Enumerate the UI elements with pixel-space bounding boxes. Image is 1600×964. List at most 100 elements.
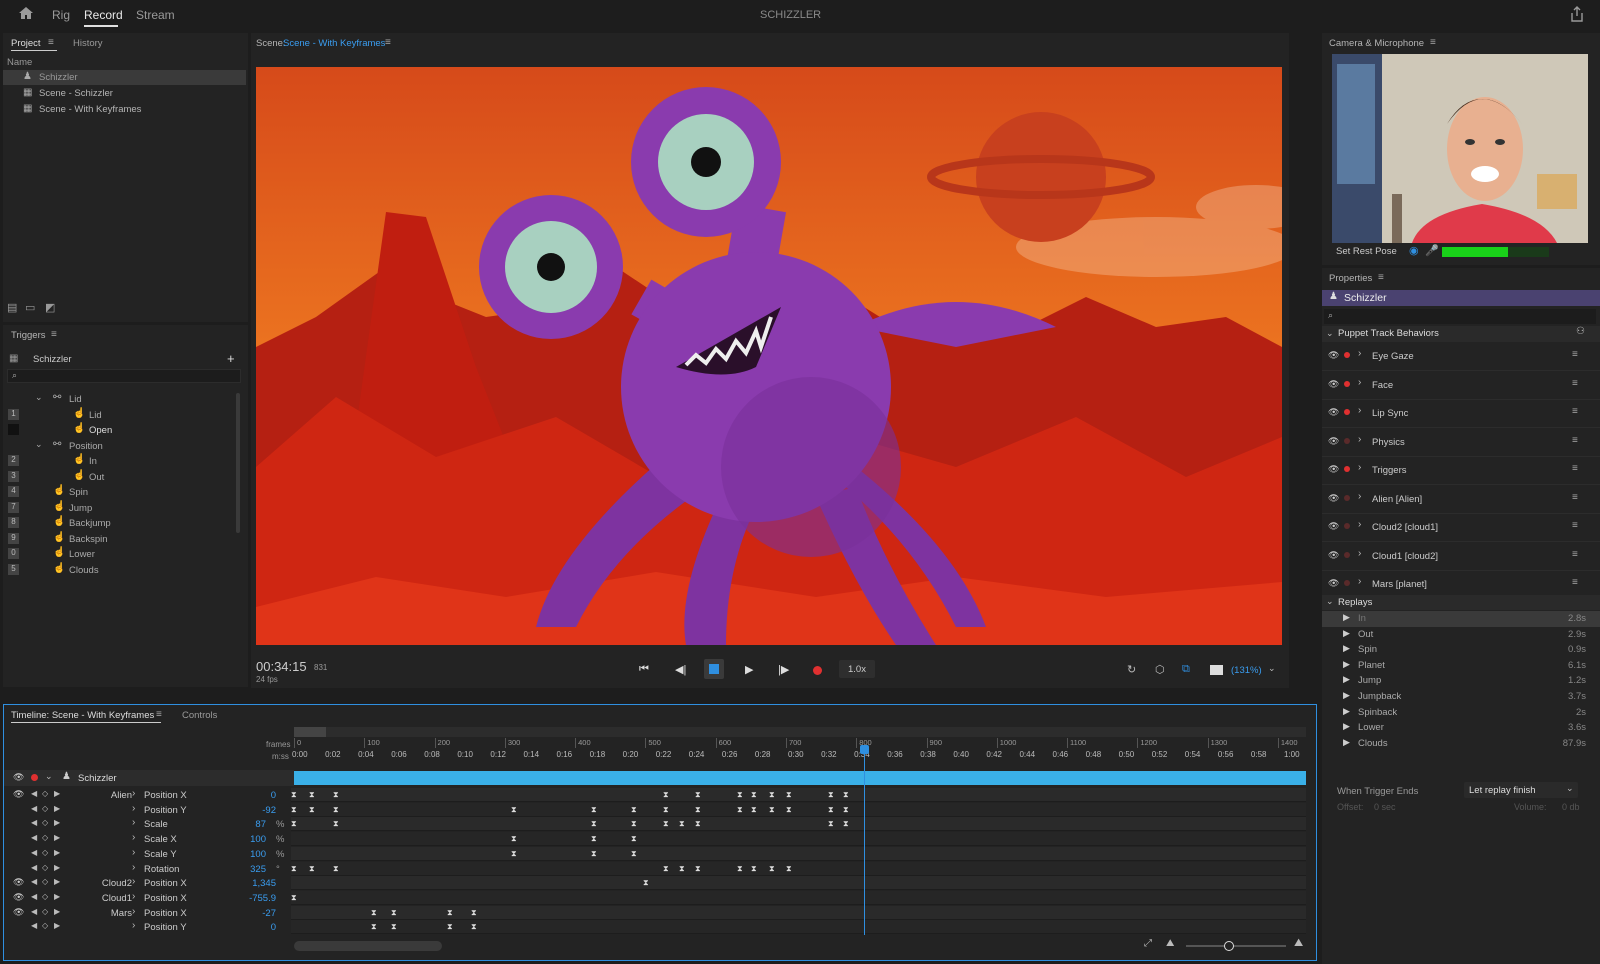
keyframe[interactable]: ⧗ — [631, 834, 638, 843]
keyframe[interactable]: ⧗ — [309, 790, 316, 799]
chevron-right-icon[interactable]: › — [132, 876, 135, 887]
add-keyframe-icon[interactable]: ◇ — [42, 804, 48, 813]
chevron-right-icon[interactable]: › — [1358, 576, 1361, 587]
add-keyframe-icon[interactable]: ◇ — [42, 877, 48, 886]
behavior-menu-icon[interactable]: ≡ — [1572, 549, 1578, 560]
keyframe[interactable]: ⧗ — [786, 864, 793, 873]
track-value[interactable]: 0 — [271, 790, 276, 801]
tab-timeline[interactable]: Timeline: Scene - With Keyframes — [11, 710, 154, 721]
chevron-right-icon[interactable]: › — [132, 906, 135, 917]
behavior-row[interactable]: 👁 › Cloud2 [cloud1] ≡ — [1322, 513, 1600, 542]
track-lane[interactable]: ⧗ ⧗ ⧗ ⧗ — [291, 920, 1306, 935]
track-lane[interactable]: ⧗ — [291, 890, 1306, 905]
track-lane[interactable]: ⧗ ⧗ ⧗ ⧗ ⧗ ⧗ ⧗ ⧗ ⧗ ⧗ — [291, 861, 1306, 876]
keyframe[interactable]: ⧗ — [291, 790, 298, 799]
keyframe[interactable]: ⧗ — [631, 805, 638, 814]
next-keyframe-icon[interactable]: ▶ — [54, 818, 60, 827]
play-circle-icon[interactable]: ▶ — [1343, 706, 1350, 717]
play-circle-icon[interactable]: ▶ — [1343, 721, 1350, 732]
keyframe[interactable]: ⧗ — [769, 864, 776, 873]
replay-item[interactable]: ▶ Jumpback 3.7s — [1322, 689, 1600, 705]
keyframe[interactable]: ⧗ — [471, 908, 478, 917]
keyframe[interactable]: ⧗ — [447, 922, 454, 931]
play-circle-icon[interactable]: ▶ — [1343, 659, 1350, 670]
eye-icon[interactable]: 👁 — [13, 892, 24, 903]
behavior-menu-icon[interactable]: ≡ — [1572, 406, 1578, 417]
keyframe[interactable]: ⧗ — [663, 864, 670, 873]
add-trigger-button[interactable]: + — [227, 351, 235, 366]
trigger-item[interactable]: 5 ☝ Clouds — [3, 563, 238, 578]
keyframe[interactable]: ⧗ — [695, 864, 702, 873]
record-arm-icon[interactable] — [1344, 551, 1350, 558]
behavior-menu-icon[interactable]: ≡ — [1572, 577, 1578, 588]
puppet-track-bar[interactable] — [294, 771, 1306, 785]
prev-keyframe-icon[interactable]: ◀ — [31, 877, 37, 886]
chevron-right-icon[interactable]: › — [132, 920, 135, 931]
trigger-item[interactable]: 7 ☝ Jump — [3, 501, 238, 516]
behavior-row[interactable]: 👁 › Triggers ≡ — [1322, 456, 1600, 485]
track-row[interactable]: 👁 ◀ ◇ ▶ Cloud1 › Position X -755.9 ⧗ — [4, 890, 1322, 906]
record-arm-icon[interactable] — [1344, 352, 1350, 358]
tab-rig[interactable]: Rig — [52, 8, 70, 22]
track-lane[interactable]: ⧗ ⧗ ⧗ ⧗ ⧗ ⧗ ⧗ ⧗ ⧗ ⧗ ⧗ ⧗ ⧗ ⧗ — [291, 802, 1306, 817]
camera-toggle-icon[interactable]: ◉ — [1409, 244, 1419, 257]
keyframe[interactable]: ⧗ — [843, 790, 850, 799]
eye-icon[interactable]: 👁 — [13, 772, 24, 783]
next-keyframe-icon[interactable]: ▶ — [54, 877, 60, 886]
keyframe[interactable]: ⧗ — [751, 805, 758, 814]
next-keyframe-icon[interactable]: ▶ — [54, 804, 60, 813]
add-keyframe-icon[interactable]: ◇ — [42, 892, 48, 901]
tab-project[interactable]: Project — [11, 38, 41, 49]
keyframe[interactable]: ⧗ — [828, 819, 835, 828]
behavior-menu-icon[interactable]: ≡ — [1572, 520, 1578, 531]
chevron-right-icon[interactable]: › — [132, 788, 135, 799]
record-arm-icon[interactable] — [1344, 437, 1350, 444]
record-arm-icon[interactable] — [1344, 466, 1350, 472]
tab-controls[interactable]: Controls — [182, 710, 217, 721]
prev-keyframe-icon[interactable]: ◀ — [31, 818, 37, 827]
next-keyframe-icon[interactable]: ▶ — [54, 863, 60, 872]
eye-icon[interactable]: 👁 — [1328, 350, 1339, 361]
record-arm-icon[interactable] — [1344, 494, 1350, 501]
behavior-menu-icon[interactable]: ≡ — [1572, 463, 1578, 474]
track-row[interactable]: ◀ ◇ ▶ › Scale X 100% ⧗ ⧗ ⧗ — [4, 832, 1322, 847]
work-area-bar[interactable] — [294, 727, 1306, 737]
track-lane[interactable]: ⧗ — [291, 876, 1306, 891]
keyframe[interactable]: ⧗ — [663, 819, 670, 828]
record-arm-icon[interactable] — [31, 774, 38, 781]
keyframe[interactable]: ⧗ — [631, 819, 638, 828]
chevron-down-icon[interactable]: ⌄ — [45, 771, 53, 782]
chevron-right-icon[interactable]: › — [132, 862, 135, 873]
eye-icon[interactable]: 👁 — [13, 877, 24, 888]
chevron-down-icon[interactable]: ⌄ — [35, 439, 43, 450]
zoom-in-icon[interactable]: ⛰ — [1294, 937, 1303, 950]
mask-icon[interactable]: ⬡ — [1155, 663, 1165, 676]
properties-search-input[interactable]: ⌕ — [1324, 309, 1596, 324]
triggers-search-input[interactable]: ⌕ — [7, 369, 241, 383]
play-circle-icon[interactable]: ▶ — [1343, 628, 1350, 639]
replay-item[interactable]: ▶ Spinback 2s — [1322, 705, 1600, 721]
track-lane[interactable]: ⧗ ⧗ ⧗ ⧗ ⧗ ⧗ ⧗ ⧗ ⧗ ⧗ ⧗ — [291, 788, 1306, 802]
add-keyframe-icon[interactable]: ◇ — [42, 848, 48, 857]
behavior-menu-icon[interactable]: ≡ — [1572, 349, 1578, 360]
panel-menu-icon[interactable]: ≡ — [385, 37, 391, 48]
tab-history[interactable]: History — [73, 38, 103, 49]
keyframe[interactable]: ⧗ — [591, 834, 598, 843]
replay-item[interactable]: ▶ Spin 0.9s — [1322, 642, 1600, 658]
step-forward-button[interactable]: |▶ — [778, 663, 789, 676]
panel-menu-icon[interactable]: ≡ — [1378, 272, 1384, 283]
behavior-row[interactable]: 👁 › Eye Gaze ≡ — [1322, 342, 1600, 371]
loop-icon[interactable]: ↻ — [1127, 663, 1136, 676]
track-lane[interactable]: ⧗ ⧗ ⧗ ⧗ ⧗ ⧗ ⧗ ⧗ ⧗ — [291, 817, 1306, 832]
chevron-right-icon[interactable]: › — [1358, 405, 1361, 416]
project-item[interactable]: ▦ Scene - With Keyframes — [23, 103, 243, 117]
project-item[interactable]: ▦ Scene - Schizzler — [23, 87, 243, 101]
set-rest-pose-button[interactable]: Set Rest Pose — [1336, 246, 1397, 257]
behavior-menu-icon[interactable]: ≡ — [1572, 435, 1578, 446]
play-circle-icon[interactable]: ▶ — [1343, 690, 1350, 701]
track-lane[interactable]: ⧗ ⧗ ⧗ — [291, 832, 1306, 847]
background-icon[interactable] — [1210, 665, 1223, 675]
chevron-right-icon[interactable]: › — [1358, 434, 1361, 445]
keyframe[interactable]: ⧗ — [751, 864, 758, 873]
keyframe[interactable]: ⧗ — [695, 790, 702, 799]
